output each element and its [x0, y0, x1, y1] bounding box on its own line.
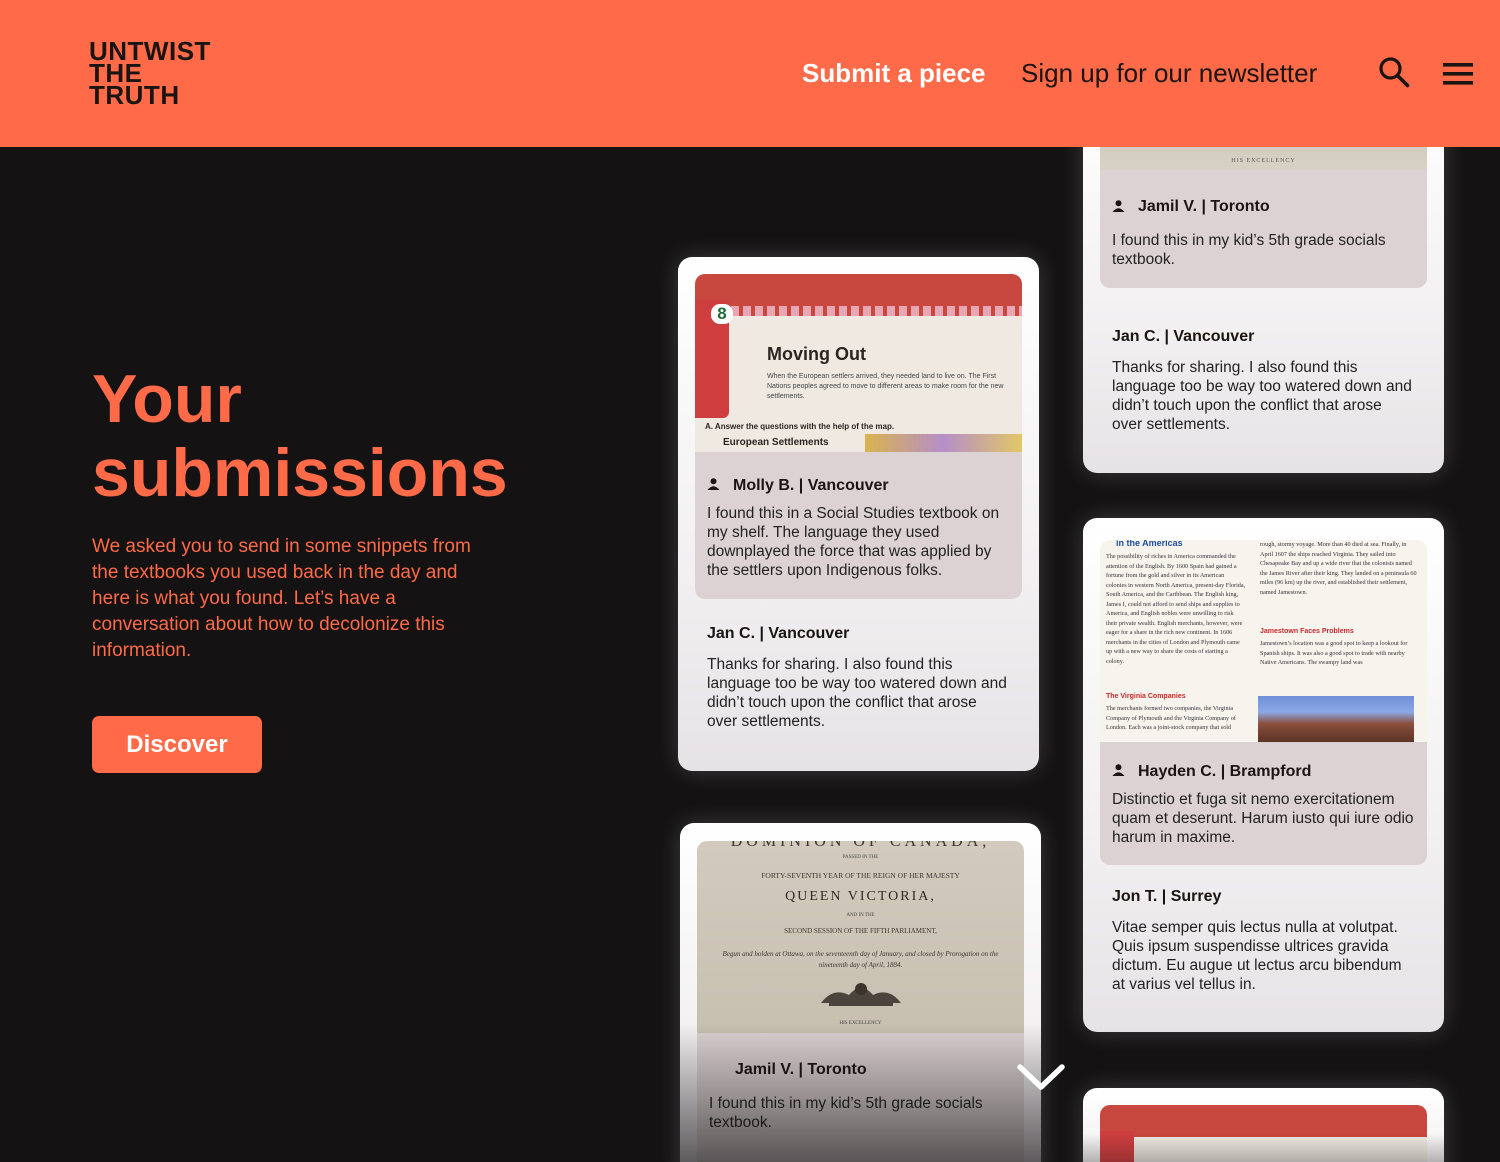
page-description: We asked you to send in some snippets fr…: [92, 536, 471, 661]
textbook-line-1: PASSED IN THE: [842, 855, 879, 860]
textbook-line-5: SECOND SESSION OF THE FIFTH PARLIAMENT,: [784, 927, 937, 935]
textbook-col2b: Jamestown’s location was a good spot to …: [1260, 640, 1408, 666]
textbook-col1b: The merchants formed two companies, the …: [1106, 705, 1236, 731]
submission-author: Hayden C. | Brampford: [1138, 763, 1312, 780]
textbook-heading: in the Americas: [1116, 540, 1183, 548]
textbook-line-7: HIS EXCELLENCY: [839, 1021, 882, 1026]
submission-card-jamil-bottom[interactable]: DOMINION OF CANADA, PASSED IN THE FORTY-…: [680, 823, 1041, 1162]
submission-text: Distinctio et fuga sit nemo exercitation…: [1112, 791, 1414, 846]
reply-text: Thanks for sharing. I also found this la…: [707, 656, 1007, 730]
chapter-number: 8: [711, 304, 733, 324]
textbook-col2: rough, stormy voyage. More than 40 died …: [1260, 541, 1417, 596]
newsletter-signup-link[interactable]: Sign up for our newsletter: [1021, 58, 1317, 89]
textbook-line-3: QUEEN VICTORIA,: [785, 889, 936, 904]
reply-text: Vitae semper quis lectus nulla at volutp…: [1112, 919, 1402, 993]
submission-author: Molly B. | Vancouver: [733, 477, 889, 494]
chevron-down-icon[interactable]: [1016, 1062, 1066, 1094]
submit-piece-link[interactable]: Submit a piece: [802, 58, 986, 89]
reply-author: Jan C. | Vancouver: [707, 625, 850, 642]
textbook-line-0: DOMINION OF CANADA,: [730, 841, 991, 850]
submission-text: I found this in a Social Studies textboo…: [707, 505, 1000, 579]
submission-card-jamil-top[interactable]: HIS EXCELLENCY Jamil V. | Toronto I foun…: [1083, 100, 1444, 473]
textbook-image-caption: HIS EXCELLENCY: [1231, 158, 1296, 164]
site-header: UNTWIST THE TRUTH Submit a piece Sign up…: [0, 0, 1500, 147]
hamburger-menu-icon[interactable]: [1443, 63, 1473, 85]
submission-card-peek[interactable]: [1083, 1088, 1444, 1162]
submission-card-molly[interactable]: 8 Moving Out When the European settlers …: [678, 257, 1039, 771]
reply-author: Jon T. | Surrey: [1112, 888, 1222, 905]
user-icon: [707, 478, 720, 490]
page-title: Your submissions: [92, 362, 508, 510]
search-icon[interactable]: [1378, 56, 1410, 88]
submission-text: I found this in my kid’s 5th grade socia…: [1112, 232, 1386, 268]
submission-body: Molly B. | Vancouver I found this in a S…: [695, 452, 1022, 599]
reply-author: Jan C. | Vancouver: [1112, 328, 1255, 345]
textbook-image: DOMINION OF CANADA, PASSED IN THE FORTY-…: [697, 841, 1024, 1033]
submission-body: Jamil V. | Toronto I found this in my ki…: [1100, 170, 1427, 288]
submission-body: Jamil V. | Toronto I found this in my ki…: [697, 1033, 1024, 1162]
textbook-image: [1100, 1105, 1427, 1162]
reply-text: Thanks for sharing. I also found this la…: [1112, 359, 1412, 433]
textbook-col1: The possibility of riches in America com…: [1106, 553, 1246, 665]
submission-author: Jamil V. | Toronto: [1138, 198, 1270, 215]
textbook-line-6: Begun and holden at Ottawa, on the seven…: [722, 950, 999, 969]
user-icon: [1112, 200, 1125, 212]
textbook-line-4: AND IN THE: [846, 913, 875, 918]
submission-body: Hayden C. | Brampford Distinctio et fuga…: [1100, 742, 1427, 865]
discover-button[interactable]: Discover: [92, 716, 262, 773]
textbook-image: in the Americas The possibility of riche…: [1100, 540, 1427, 742]
page-title-line-1: Your: [92, 361, 242, 437]
user-icon: [1112, 764, 1125, 776]
submission-author: Jamil V. | Toronto: [735, 1061, 867, 1078]
textbook-question: A. Answer the questions with the help of…: [705, 422, 895, 431]
coat-of-arms-emblem: [821, 983, 901, 1006]
textbook-body: When the European settlers arrived, they…: [767, 373, 1004, 400]
logo-line-3: TRUTH: [89, 80, 180, 110]
page-title-line-2: submissions: [92, 435, 508, 511]
textbook-subheading-2: Jamestown Faces Problems: [1260, 628, 1354, 635]
textbook-map-label: European Settlements: [723, 437, 829, 448]
textbook-subheading-1: The Virginia Companies: [1106, 693, 1186, 700]
textbook-photo: [1258, 696, 1414, 742]
site-logo[interactable]: UNTWIST THE TRUTH: [89, 38, 211, 110]
submission-text: I found this in my kid’s 5th grade socia…: [709, 1095, 983, 1131]
textbook-heading: Moving Out: [767, 344, 866, 364]
textbook-image: 8 Moving Out When the European settlers …: [695, 274, 1022, 452]
submission-card-hayden[interactable]: in the Americas The possibility of riche…: [1083, 518, 1444, 1032]
textbook-line-2: FORTY-SEVENTH YEAR OF THE REIGN OF HER M…: [761, 871, 960, 880]
